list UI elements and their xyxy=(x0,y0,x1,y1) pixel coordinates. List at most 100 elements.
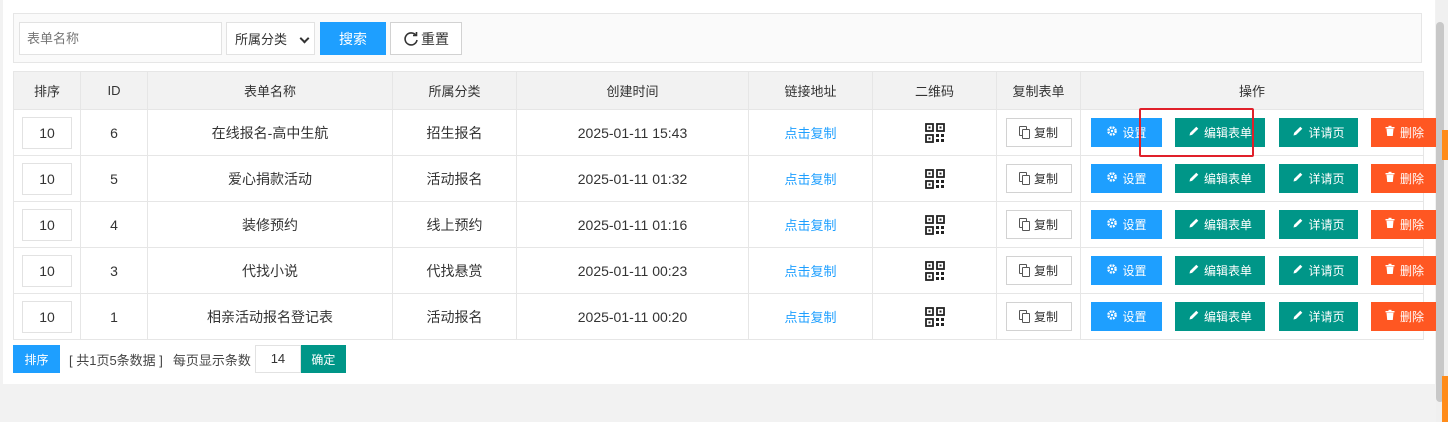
cell-name: 相亲活动报名登记表 xyxy=(147,293,393,340)
cell-id: 3 xyxy=(80,247,148,294)
cell-qrcode xyxy=(872,247,997,294)
edit-form-button[interactable]: 编辑表单 xyxy=(1175,302,1265,331)
sort-order-input[interactable]: 10 xyxy=(22,208,72,241)
gear-icon xyxy=(1106,125,1118,140)
copy-link[interactable]: 点击复制 xyxy=(784,264,836,279)
table-row: 10 5 爱心捐款活动 活动报名 2025-01-11 01:32 点击复制 复制 设置 编辑表… xyxy=(13,155,1437,202)
cell-sort: 10 xyxy=(13,109,81,156)
table-footer: 排序 [ 共1页5条数据 ] 每页显示条数 14 确定 xyxy=(13,345,346,373)
detail-page-button-label: 详请页 xyxy=(1308,218,1345,232)
header-sort: 排序 xyxy=(13,71,81,110)
copy-form-label: 复制 xyxy=(1033,264,1058,278)
cell-link: 点击复制 xyxy=(748,155,873,202)
table-row: 10 1 相亲活动报名登记表 活动报名 2025-01-11 00:20 点击复制 复制 设置… xyxy=(13,293,1437,340)
qrcode-icon[interactable] xyxy=(924,214,945,235)
pencil-icon xyxy=(1188,263,1200,278)
reset-button[interactable]: 重置 xyxy=(390,22,462,55)
edit-form-button[interactable]: 编辑表单 xyxy=(1175,118,1265,147)
settings-button-label: 设置 xyxy=(1122,218,1147,232)
cell-actions: 设置 编辑表单 详请页 删除 xyxy=(1080,155,1437,202)
delete-button-label: 删除 xyxy=(1399,126,1424,140)
detail-page-button[interactable]: 详请页 xyxy=(1279,256,1358,285)
detail-page-button-label: 详请页 xyxy=(1308,310,1345,324)
trash-icon xyxy=(1384,309,1396,324)
trash-icon xyxy=(1384,125,1396,140)
qrcode-icon[interactable] xyxy=(924,168,945,189)
gear-icon xyxy=(1106,263,1118,278)
cell-created: 2025-01-11 00:20 xyxy=(516,293,749,340)
delete-button[interactable]: 删除 xyxy=(1371,302,1437,331)
edit-form-button[interactable]: 编辑表单 xyxy=(1175,256,1265,285)
cell-sort: 10 xyxy=(13,247,81,294)
cell-copy: 复制 xyxy=(996,155,1081,202)
detail-page-button[interactable]: 详请页 xyxy=(1279,118,1358,147)
copy-form-button[interactable]: 复制 xyxy=(1005,118,1072,147)
qrcode-icon[interactable] xyxy=(924,122,945,143)
cell-qrcode xyxy=(872,201,997,248)
qrcode-icon[interactable] xyxy=(924,260,945,281)
copy-icon xyxy=(1018,126,1030,139)
settings-button-label: 设置 xyxy=(1122,264,1147,278)
settings-button[interactable]: 设置 xyxy=(1091,256,1162,285)
cell-created: 2025-01-11 01:32 xyxy=(516,155,749,202)
settings-button[interactable]: 设置 xyxy=(1091,118,1162,147)
pencil-icon xyxy=(1188,125,1200,140)
per-page-label: 每页显示条数 xyxy=(172,352,251,368)
header-name: 表单名称 xyxy=(147,71,393,110)
detail-page-button[interactable]: 详请页 xyxy=(1279,302,1358,331)
per-page-input[interactable]: 14 xyxy=(254,345,301,373)
table-row: 10 3 代找小说 代找悬赏 2025-01-11 00:23 点击复制 复制 设置 编辑表单 详… xyxy=(13,247,1437,294)
sort-order-input[interactable]: 10 xyxy=(22,116,72,149)
detail-page-button-label: 详请页 xyxy=(1308,172,1345,186)
qrcode-icon[interactable] xyxy=(924,306,945,327)
cell-actions: 设置 编辑表单 详请页 删除 xyxy=(1080,201,1437,248)
delete-button[interactable]: 删除 xyxy=(1371,164,1437,193)
edit-form-button[interactable]: 编辑表单 xyxy=(1175,210,1265,239)
delete-button[interactable]: 删除 xyxy=(1371,256,1437,285)
cell-link: 点击复制 xyxy=(748,201,873,248)
confirm-per-page-button[interactable]: 确定 xyxy=(300,345,346,373)
copy-link[interactable]: 点击复制 xyxy=(784,310,836,325)
detail-page-button[interactable]: 详请页 xyxy=(1279,210,1358,239)
trash-icon xyxy=(1384,217,1396,232)
settings-button[interactable]: 设置 xyxy=(1091,210,1162,239)
sort-order-input[interactable]: 10 xyxy=(22,300,72,333)
edit-form-button-label: 编辑表单 xyxy=(1203,126,1252,140)
copy-form-button[interactable]: 复制 xyxy=(1005,302,1072,331)
cell-copy: 复制 xyxy=(996,293,1081,340)
delete-button[interactable]: 删除 xyxy=(1371,210,1437,239)
copy-icon xyxy=(1018,264,1030,277)
scrollbar-thumb[interactable] xyxy=(1436,22,1444,402)
copy-form-label: 复制 xyxy=(1033,172,1058,186)
delete-button[interactable]: 删除 xyxy=(1371,118,1437,147)
cell-category: 招生报名 xyxy=(392,109,517,156)
detail-page-button[interactable]: 详请页 xyxy=(1279,164,1358,193)
copy-link[interactable]: 点击复制 xyxy=(784,172,836,187)
copy-form-button[interactable]: 复制 xyxy=(1005,256,1072,285)
sort-order-input[interactable]: 10 xyxy=(22,162,72,195)
copy-link[interactable]: 点击复制 xyxy=(784,218,836,233)
copy-link[interactable]: 点击复制 xyxy=(784,126,836,141)
cell-name: 爱心捐款活动 xyxy=(147,155,393,202)
delete-button-label: 删除 xyxy=(1399,218,1424,232)
copy-form-button[interactable]: 复制 xyxy=(1005,164,1072,193)
header-link: 链接地址 xyxy=(748,71,873,110)
edit-form-button[interactable]: 编辑表单 xyxy=(1175,164,1265,193)
cell-sort: 10 xyxy=(13,201,81,248)
apply-sort-button[interactable]: 排序 xyxy=(13,345,60,373)
category-select[interactable]: 所属分类 xyxy=(226,22,315,55)
cell-sort: 10 xyxy=(13,155,81,202)
vertical-scrollbar[interactable] xyxy=(1436,0,1448,422)
settings-button[interactable]: 设置 xyxy=(1091,302,1162,331)
settings-button[interactable]: 设置 xyxy=(1091,164,1162,193)
form-name-search-input[interactable] xyxy=(19,22,222,55)
pencil-icon xyxy=(1188,171,1200,186)
copy-form-button[interactable]: 复制 xyxy=(1005,210,1072,239)
cell-created: 2025-01-11 01:16 xyxy=(516,201,749,248)
chevron-down-icon xyxy=(299,33,310,44)
header-qrcode: 二维码 xyxy=(872,71,997,110)
search-button[interactable]: 搜索 xyxy=(320,22,386,55)
sort-order-input[interactable]: 10 xyxy=(22,254,72,287)
cell-name: 装修预约 xyxy=(147,201,393,248)
pencil-icon xyxy=(1188,309,1200,324)
